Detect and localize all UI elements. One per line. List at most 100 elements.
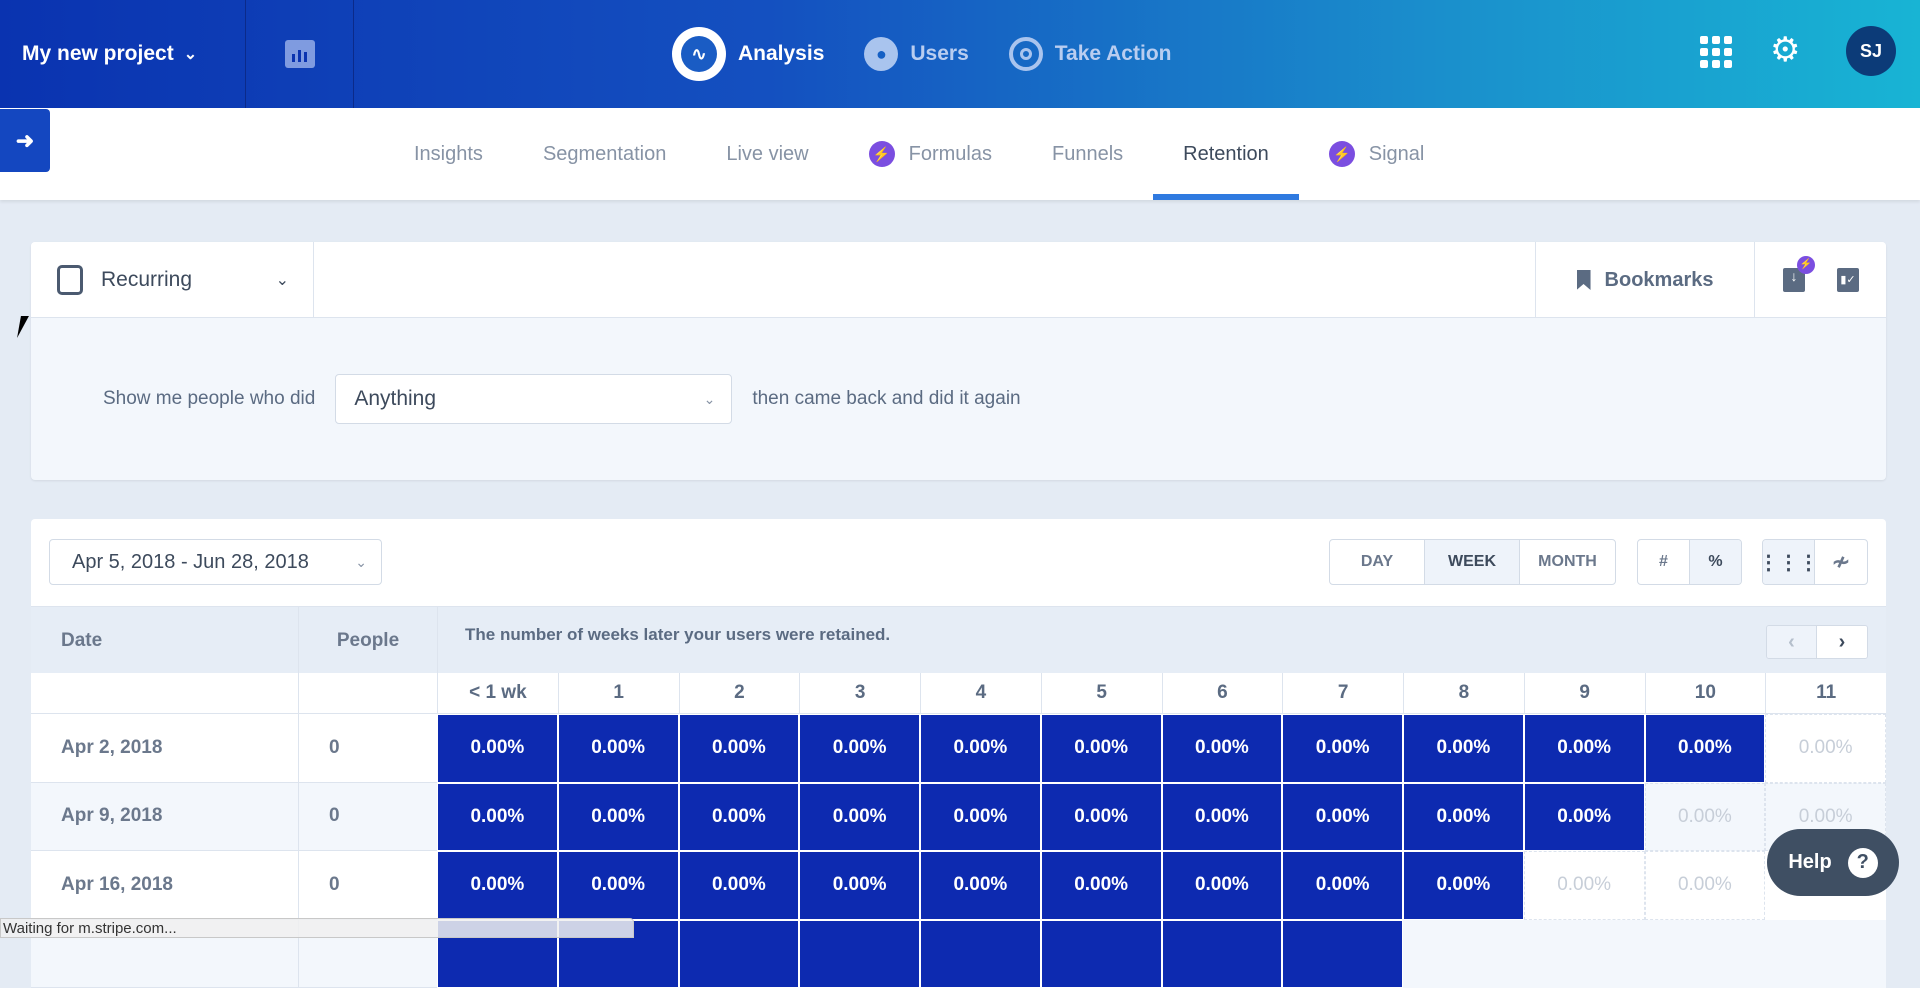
help-label: Help — [1788, 851, 1831, 874]
chevron-right-icon[interactable]: › — [1817, 626, 1867, 658]
nav-analysis[interactable]: ∿Analysis — [672, 27, 824, 81]
retention-cell[interactable]: 0.00% — [920, 783, 1041, 852]
granularity-day[interactable]: DAY — [1330, 540, 1425, 584]
tab-label: Live view — [726, 143, 808, 166]
retention-cell[interactable]: 0.00% — [679, 714, 800, 783]
retention-cell[interactable]: 0.00% — [1645, 714, 1766, 783]
tab-formulas[interactable]: ⚡Formulas — [839, 108, 1022, 200]
retention-cell[interactable]: 0.00% — [1162, 714, 1283, 783]
line-chart-icon[interactable]: ≁ — [1815, 540, 1867, 584]
retention-cell-empty[interactable]: 0.00% — [1765, 714, 1886, 783]
nav-users[interactable]: ●Users — [864, 37, 968, 71]
retention-cell[interactable]: 0.00% — [437, 783, 558, 852]
chevron-down-icon: ⌄ — [355, 554, 367, 571]
chevron-down-icon: ⌄ — [184, 44, 197, 64]
units-percent[interactable]: % — [1690, 540, 1741, 584]
retention-cell[interactable] — [679, 920, 800, 988]
retention-cell[interactable] — [1041, 920, 1162, 988]
header-date[interactable]: Date — [61, 607, 102, 674]
avatar[interactable]: SJ — [1846, 26, 1896, 76]
retention-cell[interactable]: 0.00% — [1282, 714, 1403, 783]
tab-insights[interactable]: Insights — [384, 108, 513, 200]
project-switcher[interactable]: My new project⌄ — [0, 0, 246, 108]
granularity-toggle: DAY WEEK MONTH — [1329, 539, 1616, 585]
tab-signal[interactable]: ⚡Signal — [1299, 108, 1455, 200]
retention-mode-dropdown[interactable]: Recurring⌄ — [31, 242, 314, 318]
export-icon[interactable]: ↓⚡ — [1783, 268, 1805, 292]
event-select[interactable]: Anything ⌄ — [335, 374, 732, 424]
retention-cell[interactable]: 0.00% — [1041, 714, 1162, 783]
event-value: Anything — [354, 387, 436, 411]
arrow-right-icon: ➜ — [16, 128, 34, 154]
retention-cell[interactable]: 0.00% — [1524, 714, 1645, 783]
column-header: 4 — [920, 673, 1041, 714]
retention-cell[interactable]: 0.00% — [1403, 714, 1524, 783]
column-header: 10 — [1645, 673, 1766, 714]
tab-funnels[interactable]: Funnels — [1022, 108, 1153, 200]
retention-cell-empty[interactable]: 0.00% — [1524, 851, 1645, 920]
retention-cell[interactable]: 0.00% — [558, 783, 679, 852]
bookmarks-button[interactable]: Bookmarks — [1535, 242, 1755, 318]
retention-cell[interactable]: 0.00% — [1162, 851, 1283, 920]
retention-cell[interactable] — [1282, 920, 1403, 988]
date-range-picker[interactable]: Apr 5, 2018 - Jun 28, 2018 ⌄ — [49, 539, 382, 585]
retention-cell[interactable]: 0.00% — [920, 714, 1041, 783]
retention-cell[interactable]: 0.00% — [1403, 851, 1524, 920]
retention-cell[interactable]: 0.00% — [799, 851, 920, 920]
retention-cell[interactable]: 0.00% — [437, 851, 558, 920]
browser-status-bar: Waiting for m.stripe.com... — [0, 918, 634, 938]
date-range-value: Apr 5, 2018 - Jun 28, 2018 — [72, 551, 309, 574]
expand-sidebar-button[interactable]: ➜ — [0, 109, 50, 172]
help-button[interactable]: Help? — [1767, 829, 1899, 896]
retention-report: Apr 5, 2018 - Jun 28, 2018 ⌄ DAY WEEK MON… — [31, 519, 1886, 959]
retention-cell[interactable] — [1162, 920, 1283, 988]
column-pager: ‹ › — [1766, 625, 1868, 659]
column-header: 6 — [1162, 673, 1283, 714]
retention-cell[interactable] — [799, 920, 920, 988]
retention-cell[interactable]: 0.00% — [437, 714, 558, 783]
bookmark-icon — [1577, 270, 1591, 290]
retention-cell[interactable]: 0.00% — [799, 714, 920, 783]
retention-cell[interactable]: 0.00% — [799, 783, 920, 852]
nav-label: Analysis — [738, 42, 824, 66]
retention-cell[interactable]: 0.00% — [558, 714, 679, 783]
retention-cell[interactable]: 0.00% — [920, 851, 1041, 920]
dashboards-button[interactable] — [246, 0, 354, 108]
add-to-dashboard-icon[interactable]: ▮✓ — [1837, 268, 1859, 292]
chevron-down-icon: ⌄ — [704, 391, 716, 408]
retention-cell[interactable]: 0.00% — [558, 851, 679, 920]
retention-cell[interactable]: 0.00% — [1524, 783, 1645, 852]
tab-retention[interactable]: Retention — [1153, 108, 1299, 200]
apps-grid-icon[interactable] — [1700, 36, 1732, 68]
granularity-week[interactable]: WEEK — [1425, 540, 1520, 584]
retention-cell[interactable]: 0.00% — [679, 783, 800, 852]
retention-cell[interactable]: 0.00% — [1041, 851, 1162, 920]
table-header: Date People The number of weeks later yo… — [31, 606, 1886, 673]
retention-cell[interactable] — [920, 920, 1041, 988]
retention-cell[interactable]: 0.00% — [1162, 783, 1283, 852]
tab-live-view[interactable]: Live view — [696, 108, 838, 200]
chevron-left-icon[interactable]: ‹ — [1767, 626, 1817, 658]
retention-cell[interactable]: 0.00% — [1041, 783, 1162, 852]
units-count[interactable]: # — [1638, 540, 1690, 584]
retention-cell[interactable]: 0.00% — [679, 851, 800, 920]
column-header: 2 — [679, 673, 800, 714]
chevron-down-icon: ⌄ — [276, 270, 289, 290]
retention-cell[interactable]: 0.00% — [1403, 783, 1524, 852]
granularity-month[interactable]: MONTH — [1520, 540, 1615, 584]
retention-cell-empty[interactable]: 0.00% — [1645, 851, 1766, 920]
date-header-spacer — [31, 673, 298, 714]
header-people[interactable]: People — [298, 607, 437, 674]
retention-cell[interactable]: 0.00% — [1282, 783, 1403, 852]
retention-cell[interactable]: 0.00% — [1282, 851, 1403, 920]
main-nav: ∿Analysis ●Users Take Action — [672, 0, 1171, 108]
gear-icon[interactable]: ⚙ — [1770, 30, 1800, 70]
nav-take-action[interactable]: Take Action — [1009, 37, 1172, 71]
tab-segmentation[interactable]: Segmentation — [513, 108, 696, 200]
retention-cell-empty[interactable]: 0.00% — [1645, 783, 1766, 852]
tab-label: Retention — [1183, 143, 1269, 166]
query-prefix: Show me people who did — [103, 388, 315, 410]
grid-view-icon[interactable]: ⋮⋮⋮ — [1763, 540, 1815, 584]
column-header: 9 — [1524, 673, 1645, 714]
user-icon: ● — [864, 37, 898, 71]
